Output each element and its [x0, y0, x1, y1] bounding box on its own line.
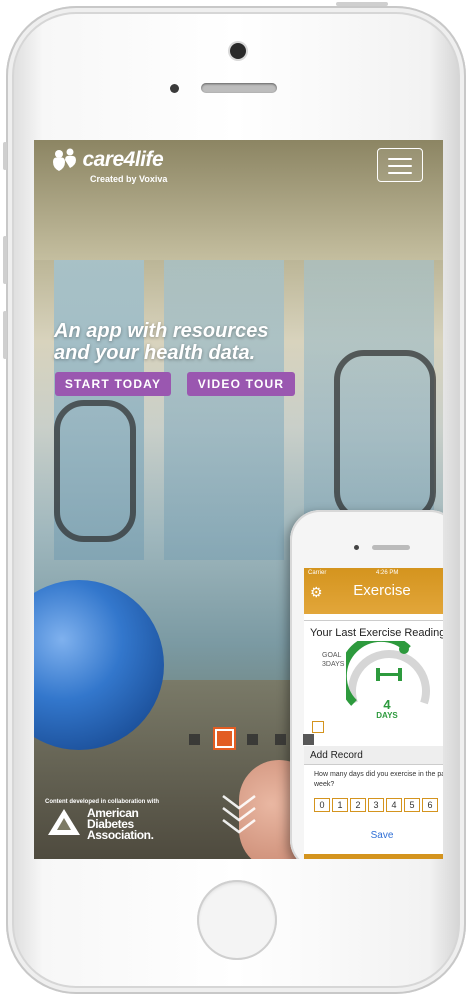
preview-title: Exercise [353, 582, 411, 599]
preview-speaker [372, 545, 410, 550]
exercise-question: How many days did you exercise in the pa… [314, 771, 443, 788]
mute-switch [3, 142, 7, 170]
day-option[interactable]: 3 [368, 798, 384, 812]
video-tour-button[interactable]: VIDEO TOUR [187, 372, 295, 396]
days-value: 4 [383, 697, 391, 712]
carousel-dot[interactable] [275, 734, 286, 745]
start-today-button[interactable]: START TODAY [55, 372, 171, 396]
proximity-sensor [170, 84, 179, 93]
hamburger-icon [388, 172, 412, 174]
carousel-dot[interactable] [247, 734, 258, 745]
carousel-dot[interactable] [189, 734, 200, 745]
preview-carrier: Carrier [308, 570, 327, 576]
day-option[interactable]: 0 [314, 798, 330, 812]
ada-name: American Diabetes Association. [87, 807, 167, 842]
logo-name: care4life [82, 148, 164, 171]
preview-camera [354, 545, 359, 550]
carousel-dot[interactable] [215, 729, 234, 748]
home-button[interactable] [197, 880, 277, 960]
preview-phone: Carrier 4:26 PM ⚙ Exercise Your Last Exe… [290, 510, 443, 859]
front-camera [230, 43, 246, 59]
goal-value: 3DAYS [322, 661, 345, 668]
earpiece-speaker [201, 83, 277, 93]
add-record-title: Add Record [310, 750, 363, 761]
preview-status-bar: Carrier 4:26 PM [308, 570, 443, 576]
headline-line-1: An app with resources [54, 320, 269, 342]
list-icon [312, 721, 324, 733]
logo[interactable]: care4life Created by Voxiva [52, 148, 167, 184]
volume-down-button [3, 311, 7, 359]
preview-bottom-bar [304, 854, 443, 859]
day-option[interactable]: 6 [422, 798, 438, 812]
background-treadmill [54, 400, 136, 542]
reading-header: Your Last Exercise Reading [310, 627, 443, 639]
headline-line-2: and your health data. [54, 342, 256, 364]
menu-button[interactable] [377, 148, 423, 182]
preview-time: 4:26 PM [376, 570, 399, 576]
hamburger-icon [388, 165, 412, 167]
app-screen: care4life Created by Voxiva An app with … [34, 140, 443, 859]
logo-subtitle: Created by Voxiva [90, 174, 168, 184]
day-option[interactable]: 5 [404, 798, 420, 812]
background-window [164, 260, 284, 560]
collaboration-note: Content developed in collaboration with [45, 799, 160, 805]
add-record-card: Add Record How many days did you exercis… [304, 746, 443, 859]
ada-logo[interactable]: American Diabetes Association. [47, 807, 154, 841]
day-option[interactable]: 2 [350, 798, 366, 812]
ada-line-3: Association. [87, 828, 154, 842]
save-button[interactable]: Save [304, 830, 443, 841]
heart-people-icon [53, 148, 76, 171]
preview-header: Carrier 4:26 PM ⚙ Exercise [304, 568, 443, 614]
background-treadmill [334, 350, 436, 522]
exercise-reading-card: Your Last Exercise Reading GOAL 3DAYS 4 … [304, 620, 443, 741]
hamburger-icon [388, 158, 412, 160]
volume-up-button [3, 236, 7, 284]
goal-label: GOAL 3DAYS [322, 651, 344, 669]
carousel-dot[interactable] [303, 734, 314, 745]
preview-screen: Carrier 4:26 PM ⚙ Exercise Your Last Exe… [304, 568, 443, 859]
days-label: DAYS [376, 711, 398, 720]
goal-label-text: GOAL [322, 652, 342, 659]
ada-triangle-icon [48, 809, 80, 835]
day-option[interactable]: 1 [332, 798, 348, 812]
power-button [336, 2, 388, 6]
scroll-down-chevron-icon[interactable] [219, 792, 259, 838]
day-option[interactable]: 4 [386, 798, 402, 812]
hero-headline: An app with resources and your health da… [54, 320, 334, 364]
